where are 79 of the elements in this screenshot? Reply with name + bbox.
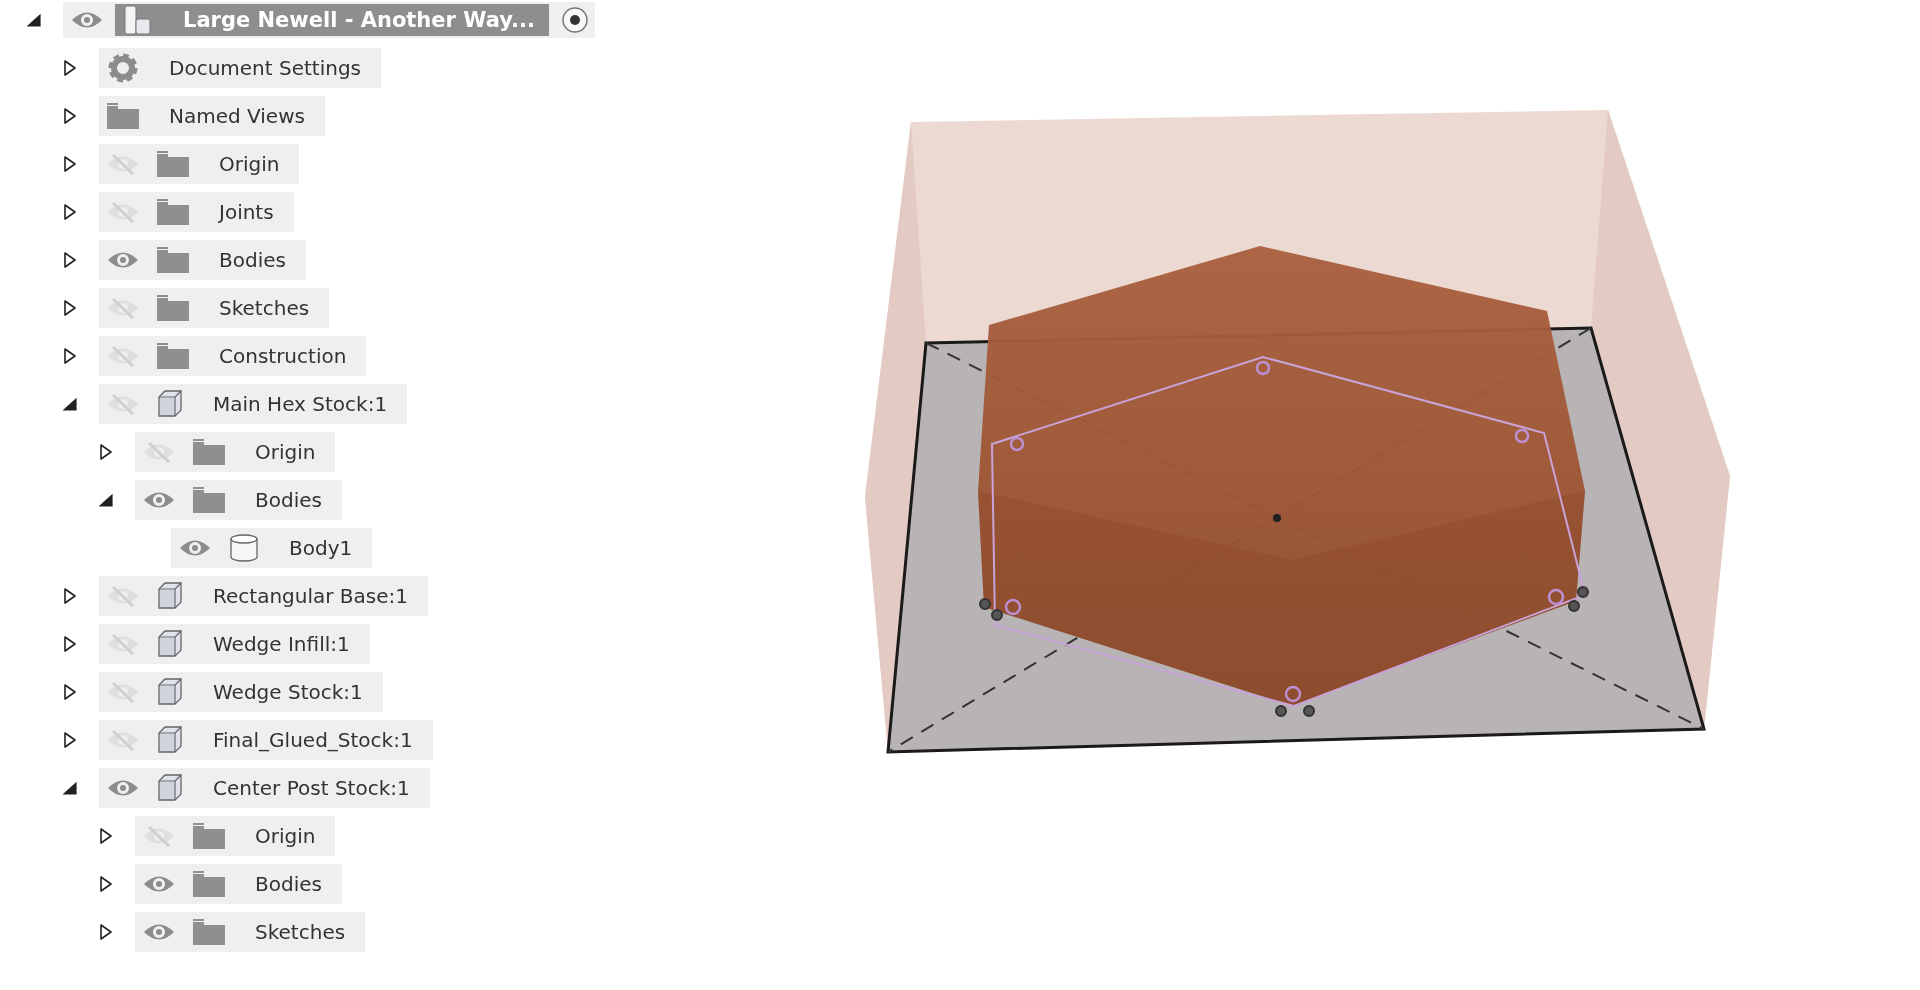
expander-icon[interactable] [63,299,77,317]
tree-item[interactable]: Origin [99,144,300,184]
tree-item[interactable]: Origin [135,816,336,856]
expander-icon[interactable] [63,731,77,749]
tree-item[interactable]: Sketches [99,288,330,328]
radio-button[interactable] [560,6,589,34]
expander-icon[interactable] [63,155,77,173]
tree-item[interactable]: Wedge Stock:1 [99,672,383,712]
expander-icon[interactable] [63,395,77,413]
item-label: Large Newell - Another Way... [183,8,535,32]
expander-icon[interactable] [63,635,77,653]
cube-icon [157,630,183,658]
expander-icon[interactable] [99,875,113,893]
cube-icon [157,390,183,418]
tree-item[interactable]: Named Views [99,96,325,136]
expander-icon[interactable] [63,779,77,797]
tree-item[interactable]: Bodies [135,864,342,904]
tree-item[interactable]: Document Settings [99,48,381,88]
item-label: Construction [218,344,347,368]
tree-item[interactable]: Bodies [135,480,342,520]
item-label: Main Hex Stock:1 [212,392,388,416]
folder-icon [193,871,225,897]
expander-icon[interactable] [99,491,113,509]
tree-item[interactable]: Joints [99,192,294,232]
tree-item[interactable]: Bodies [99,240,306,280]
expander-icon[interactable] [99,827,113,845]
component-group-icon [123,4,153,36]
tree-item[interactable]: Wedge Infill:1 [99,624,370,664]
item-label: Origin [218,152,280,176]
item-label: Rectangular Base:1 [212,584,408,608]
cube-icon [157,582,183,610]
cube-icon [157,726,183,754]
cube-icon [157,774,183,802]
folder-icon [157,295,189,321]
expander-icon[interactable] [63,347,77,365]
folder-icon [157,199,189,225]
folder-icon [157,247,189,273]
folder-icon [193,487,225,513]
item-label: Bodies [254,488,322,512]
cylinder-icon [229,533,259,563]
folder-icon [193,823,225,849]
tree-item[interactable]: Construction [99,336,367,376]
item-label: Center Post Stock:1 [212,776,410,800]
tree-item[interactable]: Sketches [135,912,366,952]
item-label: Origin [254,440,316,464]
folder-icon [193,919,225,945]
cube-icon [157,678,183,706]
item-label: Wedge Infill:1 [212,632,350,656]
tree-item[interactable]: Origin [135,432,336,472]
item-label: Origin [254,824,316,848]
item-label: Bodies [218,248,286,272]
item-label: Document Settings [168,56,361,80]
tree-item[interactable]: Main Hex Stock:1 [99,384,408,424]
expander-icon[interactable] [99,443,113,461]
item-label: Sketches [218,296,310,320]
folder-icon [157,151,189,177]
expander-icon[interactable] [63,587,77,605]
item-label: Bodies [254,872,322,896]
item-label: Joints [217,200,274,224]
folder-icon [193,439,225,465]
expander-icon[interactable] [27,11,41,29]
item-label: Final_Glued_Stock:1 [212,728,413,752]
item-label: Sketches [254,920,346,944]
tree-item[interactable]: Final_Glued_Stock:1 [99,720,433,760]
tree-item[interactable]: Rectangular Base:1 [99,576,428,616]
expander-icon[interactable] [99,923,113,941]
expander-icon[interactable] [63,251,77,269]
folder-icon [157,343,189,369]
expander-icon[interactable] [63,203,77,221]
tree-item[interactable]: Center Post Stock:1 [99,768,430,808]
expander-icon[interactable] [63,107,77,125]
folder-icon [107,103,139,129]
settings-icon [107,52,139,84]
expander-icon[interactable] [63,683,77,701]
item-label: Named Views [168,104,305,128]
tree-item[interactable]: Body1 [171,528,373,568]
item-label: Wedge Stock:1 [212,680,363,704]
item-label: Body1 [288,536,353,560]
expander-icon[interactable] [63,59,77,77]
